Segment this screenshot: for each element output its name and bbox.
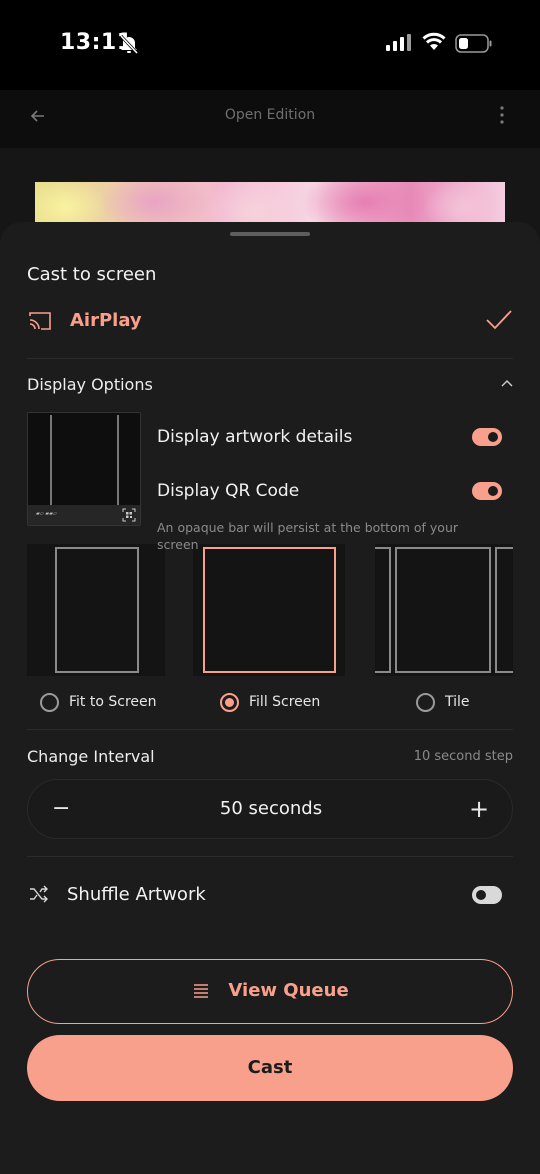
- bell-slash-icon: [119, 34, 139, 55]
- cast-sheet: Cast to screen AirPlay Display Options ▰…: [0, 222, 540, 1174]
- layout-fit-preview[interactable]: [27, 544, 165, 676]
- preview-details-text: ▰▱ ▰▰▱: [36, 511, 57, 517]
- device-option-airplay[interactable]: AirPlay: [27, 308, 513, 340]
- toggle-artwork-details-row[interactable]: Display artwork details: [157, 424, 502, 454]
- interval-title: Change Interval: [27, 747, 155, 766]
- qr-code-switch[interactable]: [472, 482, 502, 500]
- divider: [27, 729, 513, 730]
- qr-code-icon: [122, 508, 136, 522]
- shuffle-row[interactable]: Shuffle Artwork: [27, 878, 502, 912]
- shuffle-switch[interactable]: [472, 886, 502, 904]
- status-bar: 13:11: [0, 0, 540, 90]
- increment-button[interactable]: +: [468, 797, 490, 821]
- battery-icon: [455, 34, 492, 53]
- checkmark-icon: [486, 310, 512, 330]
- display-preview: ▰▱ ▰▰▱: [27, 412, 141, 526]
- radio-fit-to-screen[interactable]: Fit to Screen: [40, 692, 170, 714]
- toggle-artwork-details-label: Display artwork details: [157, 427, 353, 447]
- divider: [27, 856, 513, 857]
- preview-frame: [50, 415, 119, 507]
- view-queue-button[interactable]: View Queue: [27, 959, 513, 1024]
- more-vertical-icon[interactable]: [494, 104, 510, 126]
- page-title: Open Edition: [224, 107, 316, 123]
- interval-step-hint: 10 second step: [413, 749, 513, 764]
- shuffle-label: Shuffle Artwork: [67, 884, 206, 905]
- radio-button[interactable]: [40, 693, 59, 712]
- fit-frame: [55, 547, 139, 673]
- device-label: AirPlay: [70, 310, 142, 331]
- interval-stepper: − 50 seconds +: [27, 779, 513, 839]
- preview-info-bar: ▰▱ ▰▰▱: [28, 505, 140, 525]
- radio-button-selected[interactable]: [220, 693, 239, 712]
- radio-label: Fit to Screen: [69, 694, 157, 710]
- fill-frame: [203, 547, 336, 673]
- layout-fill-preview[interactable]: [193, 544, 345, 676]
- interval-value: 50 seconds: [219, 798, 323, 819]
- cast-button[interactable]: Cast: [27, 1035, 513, 1101]
- shuffle-icon: [30, 885, 48, 903]
- qr-code-helper-text: An opaque bar will persist at the bottom…: [157, 520, 459, 552]
- tile-frame-left: [375, 547, 391, 673]
- tile-frame-center: [395, 547, 491, 673]
- radio-label: Fill Screen: [249, 694, 321, 710]
- layout-tile-preview[interactable]: [375, 544, 513, 676]
- sheet-drag-handle[interactable]: [230, 232, 310, 236]
- display-options-header[interactable]: Display Options: [27, 375, 153, 394]
- artwork-details-switch[interactable]: [472, 428, 502, 446]
- radio-button[interactable]: [416, 693, 435, 712]
- wifi-icon: [422, 32, 446, 50]
- cast-icon: [29, 312, 51, 330]
- tile-frame-right: [495, 547, 513, 673]
- sheet-title: Cast to screen: [27, 264, 157, 285]
- app-header: Open Edition: [0, 90, 540, 148]
- divider: [27, 358, 513, 359]
- radio-label: Tile: [445, 694, 470, 710]
- cellular-signal-icon: [386, 34, 411, 51]
- radio-fill-screen[interactable]: Fill Screen: [220, 692, 330, 714]
- view-queue-label: View Queue: [228, 980, 349, 1001]
- chevron-up-icon[interactable]: [500, 378, 514, 388]
- toggle-qr-code-row[interactable]: Display QR Code: [157, 478, 502, 508]
- queue-list-icon: [194, 983, 209, 998]
- cast-button-label: Cast: [247, 1057, 293, 1078]
- toggle-qr-code-label: Display QR Code: [157, 481, 300, 501]
- radio-tile[interactable]: Tile: [416, 692, 486, 714]
- queue-button-content: View Queue: [28, 980, 514, 1001]
